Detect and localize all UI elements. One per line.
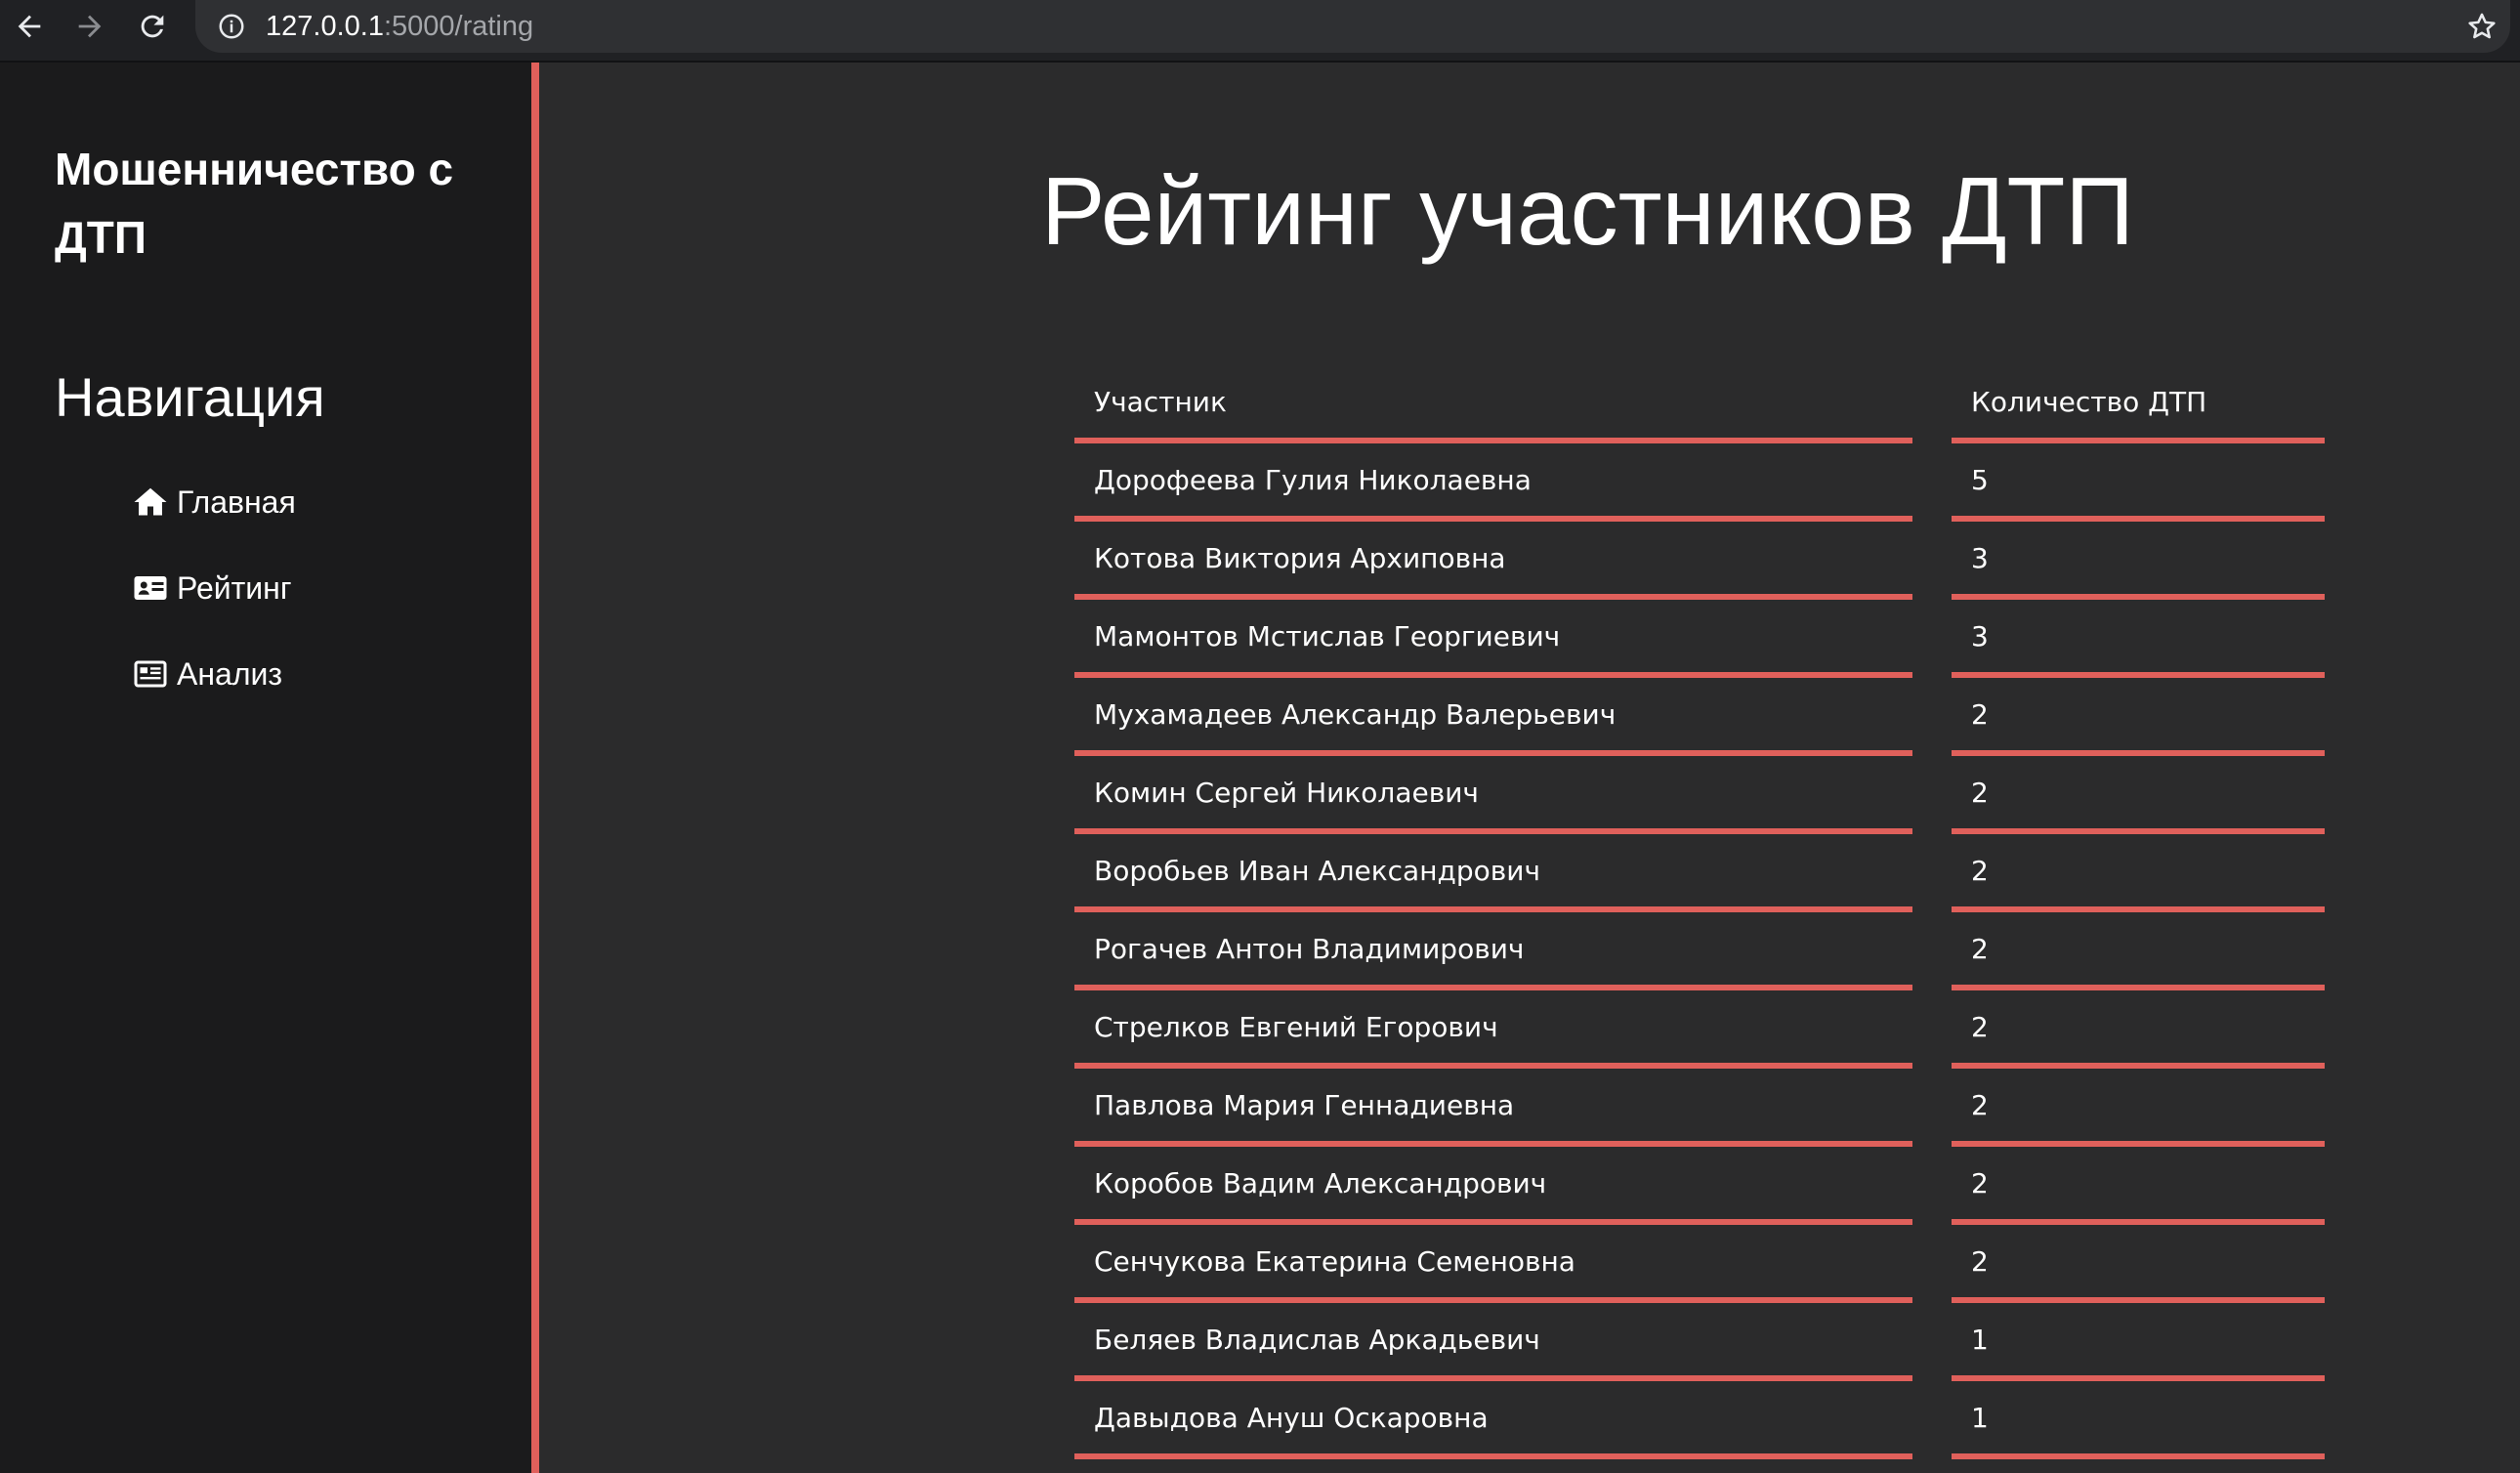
- column-header-count: Количество ДТП: [1952, 365, 2325, 443]
- table-row: Сенчукова Екатерина Семеновна 2: [1074, 1225, 2325, 1303]
- participant-name-cell: Воробьев Иван Александрович: [1074, 834, 1912, 912]
- page-title: Рейтинг участников ДТП: [1041, 157, 2134, 265]
- accident-count-cell: 2: [1952, 834, 2325, 912]
- participant-name-cell: Коробов Вадим Александрович: [1074, 1147, 1912, 1225]
- participant-name-cell: Котова Виктория Архиповна: [1074, 522, 1912, 600]
- table-row: Комин Сергей Николаевич 2: [1074, 756, 2325, 834]
- participant-name-cell: Беляев Владислав Аркадьевич: [1074, 1303, 1912, 1381]
- participant-name-cell: Мамонтов Мстислав Георгиевич: [1074, 600, 1912, 678]
- table-row: Беляев Владислав Аркадьевич 1: [1074, 1303, 2325, 1381]
- site-info-icon[interactable]: [215, 10, 248, 43]
- back-icon: [18, 15, 41, 38]
- table-row: Мухамадеев Александр Валерьевич 2: [1074, 678, 2325, 756]
- nav-item-rating[interactable]: Рейтинг: [133, 559, 296, 617]
- forward-button[interactable]: [63, 0, 117, 53]
- participant-name-cell: Павлова Мария Геннадиевна: [1074, 1069, 1912, 1147]
- table-row: Воробьев Иван Александрович 2: [1074, 834, 2325, 912]
- accident-count-cell: 2: [1952, 1069, 2325, 1147]
- back-button[interactable]: [2, 0, 57, 53]
- accident-count-cell: 1: [1952, 1303, 2325, 1381]
- participant-name-cell: Сенчукова Екатерина Семеновна: [1074, 1225, 1912, 1303]
- reload-icon: [141, 15, 164, 38]
- table-row: Рогачев Антон Владимирович 2: [1074, 912, 2325, 990]
- participant-name-cell: Стрелков Евгений Егорович: [1074, 990, 1912, 1069]
- accident-count-cell: 1: [1952, 1381, 2325, 1459]
- participant-name-cell: Комин Сергей Николаевич: [1074, 756, 1912, 834]
- url-text[interactable]: 127.0.0.1:5000/rating: [266, 11, 533, 43]
- table-row: Котова Виктория Архиповна 3: [1074, 522, 2325, 600]
- newspaper-icon: [133, 656, 168, 692]
- nav-item-analysis[interactable]: Анализ: [133, 645, 296, 703]
- participant-name-cell: Мухамадеев Александр Валерьевич: [1074, 678, 1912, 756]
- table-header-row: Участник Количество ДТП: [1074, 365, 2325, 443]
- table-row: Павлова Мария Геннадиевна 2: [1074, 1069, 2325, 1147]
- nav-item-label: Анализ: [177, 655, 283, 692]
- accident-count-cell: 2: [1952, 912, 2325, 990]
- forward-icon: [78, 15, 102, 38]
- accident-count-cell: 2: [1952, 990, 2325, 1069]
- nav-item-home[interactable]: Главная: [133, 473, 296, 531]
- reload-button[interactable]: [125, 0, 180, 53]
- accident-count-cell: 2: [1952, 1225, 2325, 1303]
- participant-name-cell: Рогачев Антон Владимирович: [1074, 912, 1912, 990]
- participant-name-cell: Давыдова Ануш Оскаровна: [1074, 1381, 1912, 1459]
- table-row: Давыдова Ануш Оскаровна 1: [1074, 1381, 2325, 1459]
- accident-count-cell: 3: [1952, 600, 2325, 678]
- accident-count-cell: 5: [1952, 443, 2325, 522]
- nav-item-label: Главная: [177, 484, 296, 520]
- table-row: Коробов Вадим Александрович 2: [1074, 1147, 2325, 1225]
- brand-title[interactable]: Мошенничество с ДТП: [55, 135, 484, 272]
- id-card-icon: [133, 570, 168, 606]
- table-body: Дорофеева Гулия Николаевна 5 Котова Виктор…: [1074, 443, 2325, 1459]
- sidebar: Мошенничество с ДТП Навигация Главная Ре…: [0, 63, 539, 1473]
- url-path: :5000/rating: [383, 10, 534, 42]
- url-host: 127.0.0.1: [266, 10, 384, 42]
- bookmark-star-icon[interactable]: [2465, 10, 2499, 43]
- accident-count-cell: 2: [1952, 756, 2325, 834]
- nav-heading: Навигация: [55, 366, 325, 428]
- accident-count-cell: 2: [1952, 678, 2325, 756]
- table-row: Дорофеева Гулия Николаевна 5: [1074, 443, 2325, 522]
- participant-name-cell: Дорофеева Гулия Николаевна: [1074, 443, 1912, 522]
- accident-count-cell: 2: [1952, 1147, 2325, 1225]
- nav-item-label: Рейтинг: [177, 569, 292, 606]
- table-row: Мамонтов Мстислав Георгиевич 3: [1074, 600, 2325, 678]
- accident-count-cell: 3: [1952, 522, 2325, 600]
- table-row: Стрелков Евгений Егорович 2: [1074, 990, 2325, 1069]
- address-bar[interactable]: 127.0.0.1:5000/rating: [195, 0, 2510, 53]
- browser-toolbar: 127.0.0.1:5000/rating: [0, 0, 2520, 63]
- nav-list: Главная Рейтинг Анализ: [133, 473, 296, 731]
- home-icon: [133, 484, 168, 520]
- rating-table: Участник Количество ДТП Дорофеева Гулия …: [1074, 365, 2325, 1459]
- column-header-participant: Участник: [1074, 365, 1912, 443]
